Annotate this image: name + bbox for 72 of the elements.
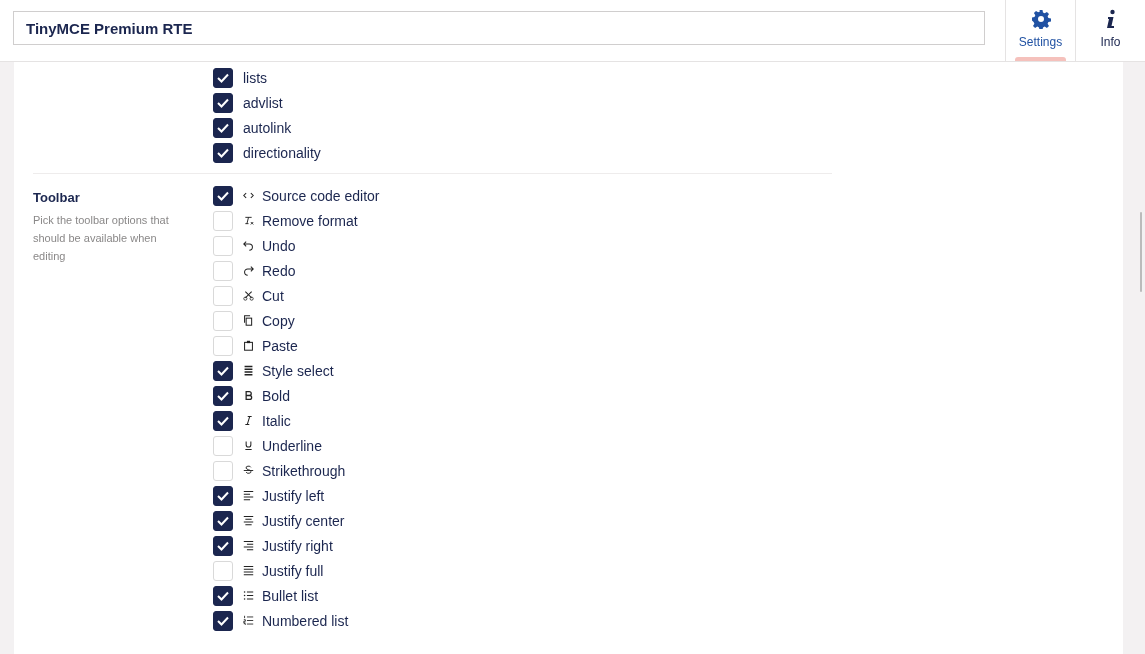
checkbox[interactable]	[213, 117, 233, 138]
strikethrough-icon	[243, 465, 254, 476]
option-label: lists	[243, 69, 268, 86]
gear-icon	[1030, 9, 1051, 29]
option-label: Underline	[262, 437, 322, 454]
checkmark-icon	[217, 97, 229, 108]
bullet-list-icon	[243, 590, 254, 601]
checkbox[interactable]	[213, 142, 233, 163]
option-label: Redo	[262, 262, 296, 279]
align-left-icon	[243, 490, 254, 501]
align-justify-icon	[243, 565, 254, 576]
option-label: Italic	[262, 412, 291, 429]
option-label: Strikethrough	[262, 462, 346, 479]
option-label: Undo	[262, 237, 296, 254]
align-right-icon	[243, 540, 254, 551]
clipboard-icon	[243, 340, 254, 351]
checkbox[interactable]	[213, 510, 233, 531]
checkmark-icon	[217, 615, 229, 626]
option-label: Bold	[262, 387, 291, 404]
checkbox[interactable]	[213, 185, 233, 206]
scissors-icon	[243, 290, 254, 301]
stacked-lines-icon	[243, 365, 254, 376]
option-label: Justify right	[262, 537, 333, 554]
option-label: Copy	[262, 312, 295, 329]
checkmark-icon	[217, 590, 229, 601]
checkmark-icon	[217, 72, 229, 83]
bold-icon	[243, 390, 254, 401]
section-description: Pick the toolbar options that should be available when editing	[33, 213, 170, 264]
checkmark-icon	[217, 390, 229, 401]
checkmark-icon	[217, 122, 229, 133]
checkmark-icon	[217, 147, 229, 158]
align-center-icon	[243, 515, 254, 526]
option-label: Justify full	[262, 562, 324, 579]
numbered-list-icon	[243, 615, 254, 626]
checkbox[interactable]	[213, 585, 233, 606]
checkbox[interactable]	[213, 535, 233, 556]
option-label: Style select	[262, 362, 334, 379]
underline-icon	[243, 440, 254, 451]
option-label: autolink	[243, 119, 292, 136]
redo-icon	[243, 265, 254, 276]
checkmark-icon	[217, 415, 229, 426]
option-label: Source code editor	[262, 187, 380, 204]
option-label: Remove format	[262, 212, 358, 229]
section-title: Toolbar	[33, 190, 81, 205]
undo-icon	[243, 240, 254, 251]
italic-icon	[243, 415, 254, 426]
checkmark-icon	[217, 540, 229, 551]
option-label: Justify center	[262, 512, 345, 529]
checkbox[interactable]	[213, 610, 233, 631]
checkbox[interactable]	[213, 360, 233, 381]
checkmark-icon	[217, 490, 229, 501]
option-label: advlist	[243, 94, 283, 111]
checkbox[interactable]	[213, 485, 233, 506]
code-icon	[243, 190, 254, 201]
copy-icon	[243, 315, 254, 326]
checkmark-icon	[217, 515, 229, 526]
clear-format-icon	[243, 215, 254, 226]
option-label: Justify left	[262, 487, 325, 504]
info-icon	[1104, 9, 1117, 29]
checkbox[interactable]	[213, 410, 233, 431]
checkmark-icon	[217, 190, 229, 201]
checkbox[interactable]	[213, 67, 233, 88]
name-field[interactable]: TinyMCE Premium RTE	[13, 11, 985, 45]
option-label: Paste	[262, 337, 298, 354]
checkmark-icon	[217, 365, 229, 376]
option-label: directionality	[243, 144, 321, 161]
scrollbar-thumb[interactable]	[1140, 212, 1142, 292]
option-label: Cut	[262, 287, 284, 304]
checkbox[interactable]	[213, 385, 233, 406]
option-label: Bullet list	[262, 587, 319, 604]
checkbox[interactable]	[213, 92, 233, 113]
option-label: Numbered list	[262, 612, 349, 629]
